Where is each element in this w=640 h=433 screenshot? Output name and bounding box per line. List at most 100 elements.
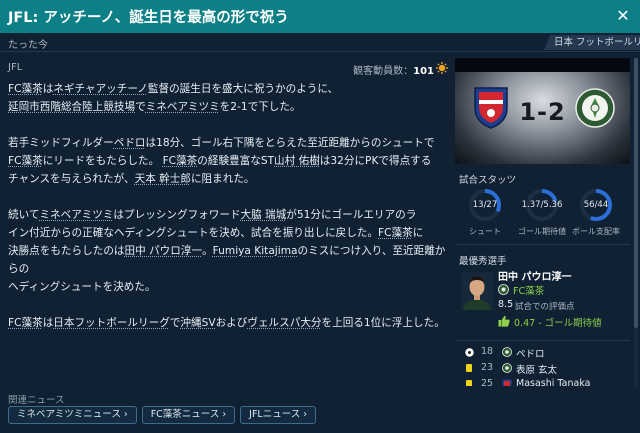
text: は18分、ゴール右下隅をとらえた至近距離からのシュートで [145, 137, 435, 149]
related-chip-minebea[interactable]: ミネベアミツミニュース › [8, 406, 137, 424]
chip-label: JFLニュース [249, 409, 301, 420]
text: 若手ミッドフィルダー [8, 137, 114, 149]
player-link[interactable]: 天本 幹士郎 [135, 173, 191, 185]
text: チャンスを与えられたが、 [8, 173, 135, 185]
text: は [42, 83, 54, 95]
article-header: JFL: アッチーノ、誕生日を最高の形で祝う ✕ [0, 0, 640, 33]
potm-name[interactable]: 田中 パウロ淳一 [498, 268, 571, 283]
text: は32分にPKで得点する [319, 155, 432, 167]
potm-rating-label: 試合での評価点 [515, 302, 575, 312]
shots-label: シュート [469, 227, 501, 236]
event-minute: 23 [481, 362, 494, 373]
score-card-top [455, 58, 630, 72]
article-meta: JFL 観客動員数：101 [8, 61, 448, 77]
event-row[interactable]: 18 ペドロ [455, 346, 630, 360]
event-row[interactable]: 23 表原 玄太 [455, 362, 630, 376]
potm-title: 最優秀選手 [459, 256, 507, 267]
text: はプレッシングフォワード [113, 209, 241, 221]
score-card[interactable]: 1-2 [455, 58, 630, 164]
related-news-chips: ミネベアミツミニュース › FC藻茶ニュース › JFLニュース › [8, 406, 317, 424]
sidebar-scrollbar-thumb[interactable] [634, 58, 638, 328]
team-link[interactable]: ヴェルスパ大分 [247, 317, 321, 329]
player-link[interactable]: 大脇 瑞城 [241, 209, 287, 221]
player-link[interactable]: Fumiya Kitajima [213, 245, 298, 257]
possession-label: ボール支配率 [572, 227, 620, 236]
team-badge-icon [502, 347, 512, 357]
divider [455, 340, 630, 341]
chip-label: FC藻茶ニュース [150, 409, 220, 420]
text: イン付近からの正確なヘディングシュートを決め、試合を振り出しに戻した。 [8, 227, 379, 239]
related-chip-fc[interactable]: FC藻茶ニュース › [141, 406, 236, 424]
player-link[interactable]: 田中 パウロ淳一 [125, 245, 203, 257]
league-link[interactable]: 日本フットボールリーグ [53, 317, 170, 329]
yellow-card-icon [466, 380, 472, 386]
related-chip-jfl[interactable]: JFLニュース › [240, 406, 317, 424]
team-link[interactable]: FC藻茶 [378, 227, 413, 239]
away-team-crest-icon [575, 88, 615, 128]
team-link[interactable]: ミネベアミツミ [39, 209, 113, 221]
attendance-value: 101 [413, 66, 434, 77]
paragraph-4: FC藻茶は日本フットボールリーグで沖縄SVおよびヴェルスパ大分を上回る1位に浮上… [8, 314, 448, 332]
team-link[interactable]: FC藻茶 [163, 155, 198, 167]
text: 監督の誕生日を盛大に祝うかのように、 [147, 83, 339, 95]
team-link[interactable]: 沖縄SV [180, 317, 215, 329]
player-link[interactable]: ペドロ [114, 137, 146, 149]
shots-value: 13/27 [472, 200, 498, 210]
thumbs-up-icon [498, 315, 510, 327]
divider [455, 244, 630, 245]
text: を2-1で下した。 [219, 101, 301, 113]
text: 続いて [8, 209, 40, 221]
player-link[interactable]: 山村 佑樹 [274, 155, 320, 167]
event-row[interactable]: 25 Masashi Tanaka [455, 378, 630, 386]
text: の経験豊富なST [197, 155, 275, 167]
stats-title: 試合スタッツ [459, 175, 517, 186]
attendance-label: 観客動員数： [353, 66, 414, 77]
team-link[interactable]: FC藻茶 [8, 317, 43, 329]
chevron-right-icon: › [222, 409, 227, 420]
possession-value: 56/44 [583, 200, 609, 210]
attendance: 観客動員数：101 [353, 62, 434, 77]
paragraph-3: 続いてミネベアミツミはプレッシングフォワード大脇 瑞城が51分にゴールエリアのラ… [8, 206, 448, 296]
text: で [169, 317, 181, 329]
text: にリードをもたらした。 [42, 155, 160, 167]
text: で [135, 101, 146, 113]
text: および [215, 317, 248, 329]
team-link[interactable]: FC藻茶 [8, 83, 43, 95]
text: は [42, 317, 54, 329]
chevron-right-icon: › [303, 409, 308, 420]
event-player[interactable]: ペドロ [516, 346, 545, 360]
event-player[interactable]: 表原 玄太 [516, 362, 557, 376]
team-badge-icon [498, 284, 509, 295]
stadium-link[interactable]: 延岡市西階総合陸上競技場 [8, 101, 135, 113]
team-badge-icon [502, 379, 512, 386]
article-title: JFL: アッチーノ、誕生日を最高の形で祝う [8, 10, 289, 26]
event-player[interactable]: Masashi Tanaka [516, 378, 590, 386]
event-minute: 18 [481, 346, 494, 357]
league-tag[interactable]: 日本 フットボールリーグ [544, 35, 640, 50]
text: アッチーノ [95, 83, 148, 95]
text: 決勝点をもたらしたのは [8, 245, 125, 257]
potm-team[interactable]: FC藻茶 [513, 283, 544, 297]
close-icon[interactable]: ✕ [615, 8, 631, 24]
player-avatar[interactable] [461, 272, 493, 310]
team-badge-icon [502, 363, 512, 373]
paragraph-1: FC藻茶はネギチャアッチーノ監督の誕生日を盛大に祝うかのように、 延岡市西階総合… [8, 80, 448, 116]
text: ネギチャ [53, 83, 96, 95]
article-body: FC藻茶はネギチャアッチーノ監督の誕生日を盛大に祝うかのように、 延岡市西階総合… [8, 80, 448, 332]
goal-ball-icon [465, 348, 474, 357]
chevron-right-icon: › [123, 409, 128, 420]
text: に阻まれた。 [190, 173, 255, 185]
manager-link[interactable]: ネギチャアッチーノ [53, 83, 148, 95]
yellow-card-icon [466, 364, 472, 372]
text: 。 [202, 245, 213, 257]
article-subbar: たった今 日本 フットボールリーグ [0, 33, 640, 52]
text: が51分にゴールエリアのラ [286, 209, 417, 221]
team-link[interactable]: FC藻茶 [8, 155, 43, 167]
potm-xg: 0.47 - ゴール期待値 [514, 318, 602, 329]
text: に [412, 227, 424, 239]
team-link[interactable]: ミネベアミツミ [146, 101, 220, 113]
text: ヘディングシュートを決めた。 [8, 281, 156, 293]
sun-icon [436, 62, 448, 74]
meta-league: JFL [8, 62, 23, 73]
xg-value: 1.37/5.36 [521, 200, 563, 210]
